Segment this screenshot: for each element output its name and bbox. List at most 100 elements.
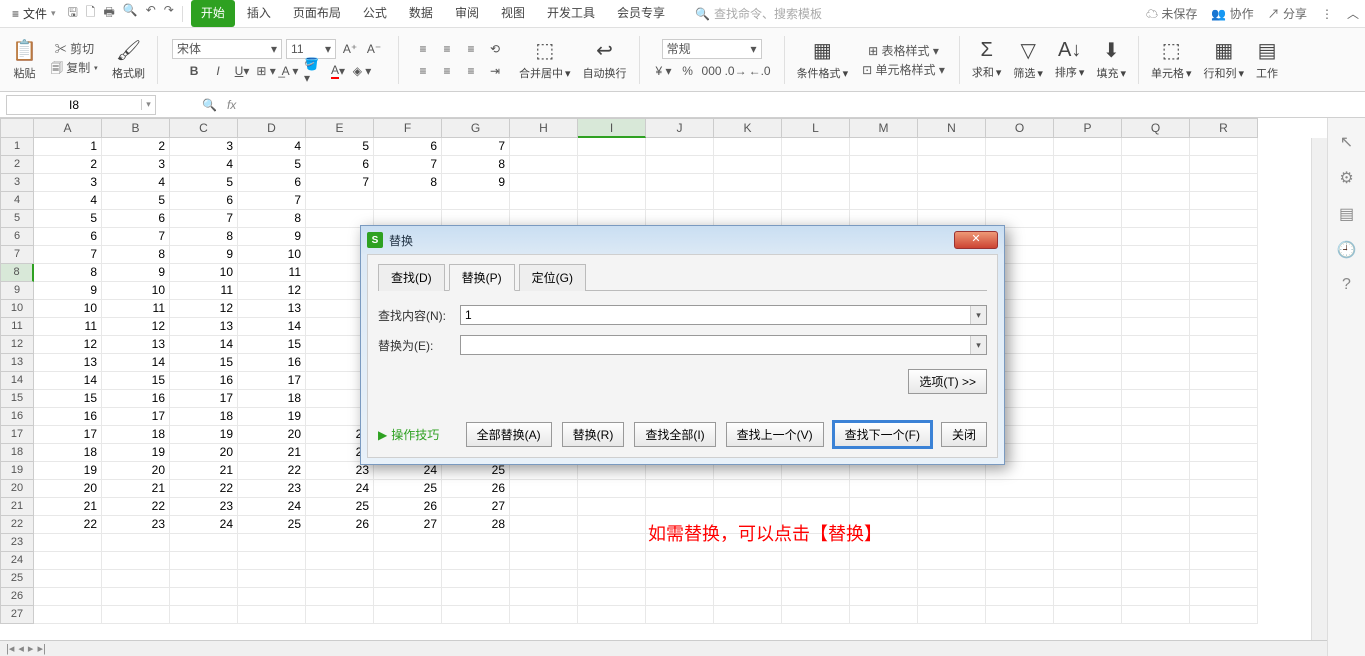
cell-G2[interactable]: 8 [442, 156, 510, 174]
cell-J4[interactable] [646, 192, 714, 210]
cell-Q10[interactable] [1122, 300, 1190, 318]
align-bottom-icon[interactable]: ≡ [461, 39, 481, 59]
cell-style-button[interactable]: ⊡ 单元格样式 ▾ [862, 61, 945, 78]
row-header-25[interactable]: 25 [0, 570, 34, 588]
cell-A21[interactable]: 21 [34, 498, 102, 516]
cell-Q4[interactable] [1122, 192, 1190, 210]
cell-D13[interactable]: 16 [238, 354, 306, 372]
cell-A14[interactable]: 14 [34, 372, 102, 390]
cell-R18[interactable] [1190, 444, 1258, 462]
cell-Q13[interactable] [1122, 354, 1190, 372]
cell-N26[interactable] [918, 588, 986, 606]
cell-D19[interactable]: 22 [238, 462, 306, 480]
row-header-17[interactable]: 17 [0, 426, 34, 444]
indent-icon[interactable]: ⇥ [485, 61, 505, 81]
cell-Q20[interactable] [1122, 480, 1190, 498]
col-header-J[interactable]: J [646, 118, 714, 138]
cell-O25[interactable] [986, 570, 1054, 588]
cell-F24[interactable] [374, 552, 442, 570]
close-dialog-button[interactable]: 关闭 [941, 422, 987, 447]
cell-C2[interactable]: 4 [170, 156, 238, 174]
cell-E27[interactable] [306, 606, 374, 624]
col-header-B[interactable]: B [102, 118, 170, 138]
cell-G20[interactable]: 26 [442, 480, 510, 498]
cell-P14[interactable] [1054, 372, 1122, 390]
cell-B1[interactable]: 2 [102, 138, 170, 156]
cell-D14[interactable]: 17 [238, 372, 306, 390]
cell-K24[interactable] [714, 552, 782, 570]
cell-Q2[interactable] [1122, 156, 1190, 174]
cell-H27[interactable] [510, 606, 578, 624]
cell-Q7[interactable] [1122, 246, 1190, 264]
cell-I24[interactable] [578, 552, 646, 570]
cell-J1[interactable] [646, 138, 714, 156]
cell-C7[interactable]: 9 [170, 246, 238, 264]
cell-B23[interactable] [102, 534, 170, 552]
chevron-down-icon[interactable]: ▾ [970, 336, 986, 354]
cell-A15[interactable]: 15 [34, 390, 102, 408]
cell-E24[interactable] [306, 552, 374, 570]
tab-data[interactable]: 数据 [399, 0, 443, 27]
cell-Q25[interactable] [1122, 570, 1190, 588]
print-icon[interactable]: 🖶 [103, 3, 114, 24]
cell-A20[interactable]: 20 [34, 480, 102, 498]
cell-F20[interactable]: 25 [374, 480, 442, 498]
cell-N2[interactable] [918, 156, 986, 174]
cell-P3[interactable] [1054, 174, 1122, 192]
cell-Q21[interactable] [1122, 498, 1190, 516]
panel-icon[interactable]: ▤ [1339, 204, 1354, 224]
cell-K25[interactable] [714, 570, 782, 588]
cell-G4[interactable] [442, 192, 510, 210]
cell-A23[interactable] [34, 534, 102, 552]
cell-D20[interactable]: 23 [238, 480, 306, 498]
tab-insert[interactable]: 插入 [237, 0, 281, 27]
cell-L21[interactable] [782, 498, 850, 516]
cell-O24[interactable] [986, 552, 1054, 570]
cell-I27[interactable] [578, 606, 646, 624]
cells-button[interactable]: ⬚单元格 ▾ [1147, 36, 1196, 83]
cell-L26[interactable] [782, 588, 850, 606]
cell-R17[interactable] [1190, 426, 1258, 444]
row-header-13[interactable]: 13 [0, 354, 34, 372]
cell-C21[interactable]: 23 [170, 498, 238, 516]
cell-P20[interactable] [1054, 480, 1122, 498]
cell-Q3[interactable] [1122, 174, 1190, 192]
cell-P18[interactable] [1054, 444, 1122, 462]
cell-R8[interactable] [1190, 264, 1258, 282]
cell-K27[interactable] [714, 606, 782, 624]
cell-R26[interactable] [1190, 588, 1258, 606]
replace-all-button[interactable]: 全部替换(A) [466, 422, 552, 447]
cell-R20[interactable] [1190, 480, 1258, 498]
cell-E21[interactable]: 25 [306, 498, 374, 516]
cond-format-button[interactable]: ▦条件格式 ▾ [793, 36, 853, 83]
cell-A8[interactable]: 8 [34, 264, 102, 282]
row-header-4[interactable]: 4 [0, 192, 34, 210]
cell-L3[interactable] [782, 174, 850, 192]
cell-A12[interactable]: 12 [34, 336, 102, 354]
cell-Q22[interactable] [1122, 516, 1190, 534]
row-header-21[interactable]: 21 [0, 498, 34, 516]
col-header-Q[interactable]: Q [1122, 118, 1190, 138]
cell-Q23[interactable] [1122, 534, 1190, 552]
row-header-1[interactable]: 1 [0, 138, 34, 156]
row-header-9[interactable]: 9 [0, 282, 34, 300]
tab-start[interactable]: 开始 [191, 0, 235, 27]
cell-K21[interactable] [714, 498, 782, 516]
cell-A2[interactable]: 2 [34, 156, 102, 174]
cell-A27[interactable] [34, 606, 102, 624]
col-header-D[interactable]: D [238, 118, 306, 138]
cell-B7[interactable]: 8 [102, 246, 170, 264]
cell-P12[interactable] [1054, 336, 1122, 354]
file-menu[interactable]: ≡ 文件 ▾ [6, 3, 62, 24]
cell-G23[interactable] [442, 534, 510, 552]
cell-F26[interactable] [374, 588, 442, 606]
cell-R7[interactable] [1190, 246, 1258, 264]
tab-view[interactable]: 视图 [491, 0, 535, 27]
cell-E20[interactable]: 24 [306, 480, 374, 498]
find-next-button[interactable]: 查找下一个(F) [834, 422, 931, 447]
sort-button[interactable]: A↓排序 ▾ [1051, 37, 1089, 82]
tab-formula[interactable]: 公式 [353, 0, 397, 27]
cell-B25[interactable] [102, 570, 170, 588]
fx-icon[interactable]: fx [227, 98, 236, 112]
worksheet-button[interactable]: ▤工作 [1252, 36, 1282, 83]
